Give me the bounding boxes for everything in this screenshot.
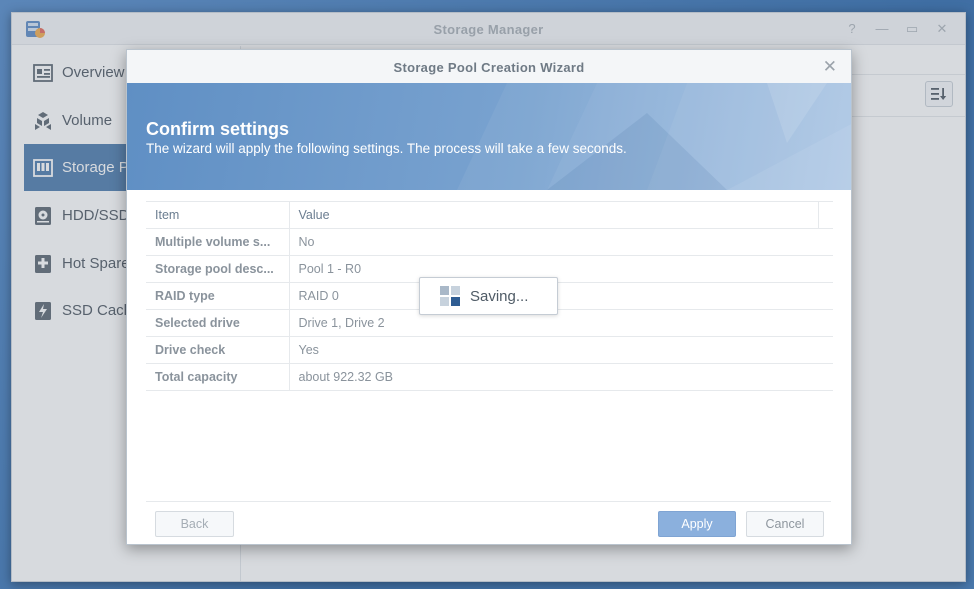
row-item: Drive check: [146, 336, 290, 364]
wizard-banner: Confirm settings The wizard will apply t…: [127, 83, 851, 190]
footer-divider: [146, 501, 831, 502]
cancel-button[interactable]: Cancel: [746, 511, 824, 537]
row-value: Drive 1, Drive 2: [289, 309, 833, 337]
close-icon[interactable]: ✕: [823, 57, 837, 77]
apply-button[interactable]: Apply: [658, 511, 736, 537]
wizard-titlebar[interactable]: Storage Pool Creation Wizard ✕: [127, 50, 851, 83]
table-header-row: Item Value: [146, 201, 833, 229]
table-row[interactable]: Drive check Yes: [146, 336, 833, 364]
row-item: Selected drive: [146, 309, 290, 337]
back-button[interactable]: Back: [155, 511, 234, 537]
column-header-spacer: [818, 201, 833, 229]
row-item: Multiple volume s...: [146, 228, 290, 256]
row-value: RAID 0: [289, 282, 833, 310]
row-value: No: [289, 228, 833, 256]
row-item: Storage pool desc...: [146, 255, 290, 283]
saving-indicator: Saving...: [419, 277, 558, 315]
loading-spinner-icon: [440, 286, 460, 306]
banner-title: Confirm settings: [146, 119, 290, 139]
column-header-item[interactable]: Item: [146, 201, 290, 229]
row-item: Total capacity: [146, 363, 290, 391]
table-row[interactable]: Multiple volume s... No: [146, 228, 833, 256]
row-value: Yes: [289, 336, 833, 364]
column-header-value[interactable]: Value: [289, 201, 819, 229]
row-value: Pool 1 - R0: [289, 255, 833, 283]
row-value: about 922.32 GB: [289, 363, 833, 391]
table-row[interactable]: Total capacity about 922.32 GB: [146, 363, 833, 391]
banner-subtitle: The wizard will apply the following sett…: [146, 141, 627, 156]
wizard-title: Storage Pool Creation Wizard: [393, 60, 585, 75]
row-item: RAID type: [146, 282, 290, 310]
saving-text: Saving...: [470, 287, 529, 305]
